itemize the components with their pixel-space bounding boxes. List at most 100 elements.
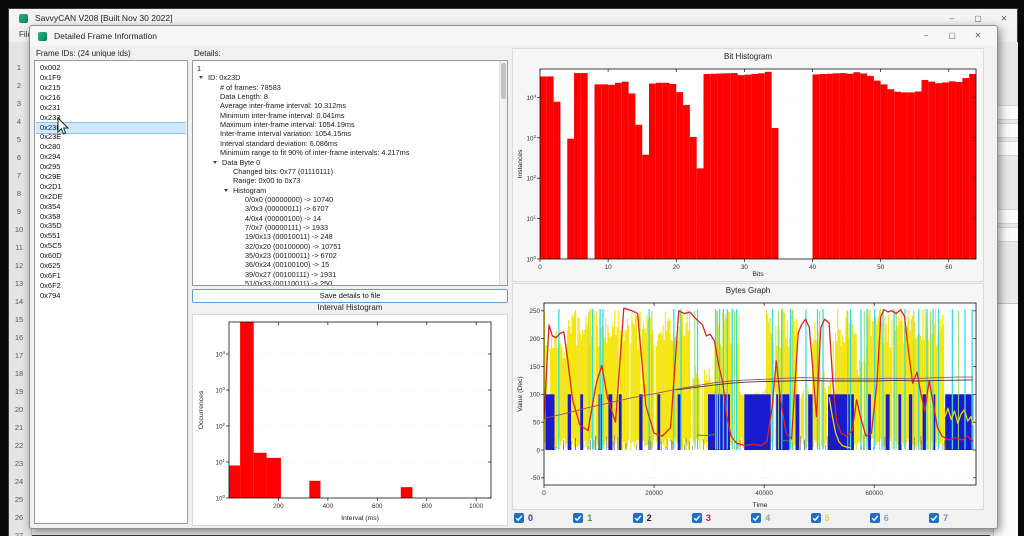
svg-text:0: 0	[542, 490, 546, 497]
byte-checkbox[interactable]	[929, 513, 940, 523]
frame-id-item[interactable]: 0x358	[36, 212, 186, 222]
dialog-titlebar: Detailed Frame Information	[30, 26, 997, 46]
details-line: 19/0x13 (00010011) -> 248	[245, 232, 333, 242]
svg-text:60: 60	[945, 264, 953, 271]
row-number: 8	[16, 189, 22, 198]
frame-id-item[interactable]: 0x231	[36, 103, 186, 113]
row-number: 17	[14, 351, 24, 360]
svg-text:0: 0	[536, 447, 540, 454]
byte-checkbox[interactable]	[810, 513, 821, 523]
byte-checkbox-label: 1	[587, 513, 593, 523]
byte-checkbox-label: 4	[765, 513, 771, 523]
details-line: 39/0x27 (00100111) -> 1931	[245, 269, 337, 279]
svg-text:Value (Dec): Value (Dec)	[517, 376, 524, 411]
byte-checkbox-item: 1	[573, 513, 592, 523]
detailed-frame-info-dialog: Detailed Frame Information – ▢ ✕ Frame I…	[29, 25, 998, 529]
byte-checkbox[interactable]	[632, 513, 643, 523]
byte-checkbox[interactable]	[691, 513, 702, 523]
byte-checkbox-item: 0	[514, 513, 533, 523]
tree-expand-arrow[interactable]	[199, 76, 203, 80]
details-scrollbar[interactable]	[499, 61, 507, 285]
byte-checkbox[interactable]	[514, 513, 524, 523]
details-line: 32/0x20 (00100000) -> 10751	[245, 241, 342, 251]
svg-text:200: 200	[529, 336, 540, 343]
byte-checkbox-item: 5	[810, 513, 830, 523]
frame-id-item[interactable]: 0x2D1	[36, 182, 186, 192]
main-window-title: SavvyCAN V208 [Built Nov 30 2022]	[35, 13, 173, 23]
byte-checkbox[interactable]	[573, 513, 584, 523]
svg-text:40000: 40000	[755, 490, 773, 497]
frame-id-item[interactable]: 0x354	[36, 202, 186, 212]
frame-id-item[interactable]: 0x294	[36, 152, 186, 162]
row-number: 22	[14, 441, 24, 450]
frame-id-item[interactable]: 0x280	[36, 142, 186, 152]
dialog-minimize-button[interactable]: –	[913, 26, 939, 44]
dialog-maximize-button[interactable]: ▢	[939, 26, 965, 44]
svg-text:400: 400	[323, 503, 334, 510]
frame-id-item[interactable]: 0x2DE	[36, 192, 186, 202]
row-number: 3	[16, 99, 22, 108]
dialog-title: Detailed Frame Information	[54, 31, 157, 41]
details-line: # of frames: 78583	[220, 82, 281, 92]
svg-text:102: 102	[526, 174, 536, 183]
svg-text:30: 30	[741, 264, 749, 271]
frame-id-item[interactable]: 0x35D	[36, 221, 186, 231]
svg-text:102: 102	[215, 422, 225, 431]
frame-id-item[interactable]: 0x215	[36, 83, 186, 93]
frame-id-item[interactable]: 0x60D	[36, 251, 186, 261]
details-line[interactable]: ID: 0x23D	[208, 73, 240, 82]
row-number: 13	[14, 279, 24, 288]
byte-checkbox[interactable]	[751, 513, 762, 523]
frame-id-item[interactable]: 0x1F9	[36, 73, 186, 83]
details-line: 3/0x3 (00000011) -> 6707	[245, 204, 329, 214]
byte-checkbox-item: 2	[632, 513, 652, 523]
row-number: 24	[14, 477, 24, 486]
svg-text:Instances: Instances	[517, 149, 524, 179]
check-icon	[930, 515, 938, 522]
frame-id-item[interactable]: 0x6F1	[36, 271, 186, 281]
svg-text:40: 40	[809, 264, 817, 271]
frame-id-item[interactable]: 0x295	[36, 162, 186, 172]
svg-text:50: 50	[877, 264, 885, 271]
frame-id-item[interactable]: 0x29E	[36, 172, 186, 182]
frame-ids-label: Frame IDs: (24 unique ids)	[36, 49, 131, 58]
screen: SavvyCAN V208 [Built Nov 30 2022] – ▢ ✕ …	[0, 0, 1024, 536]
details-scrollbar-handle[interactable]	[501, 63, 506, 99]
row-number: 5	[16, 135, 22, 144]
details-line: Data Length: 8	[220, 92, 268, 102]
details-tree[interactable]: 1 ID: 0x23D # of frames: 78583 Data Length:…	[192, 60, 508, 286]
save-details-button[interactable]: Save details to file	[192, 289, 508, 303]
tree-expand-arrow[interactable]	[224, 188, 228, 192]
frame-id-item[interactable]: 0x6F2	[36, 281, 186, 291]
frame-id-item[interactable]: 0x002	[36, 63, 186, 73]
dialog-window-controls: – ▢ ✕	[913, 26, 991, 46]
bytes-graph-plot[interactable]: 0 20000 40000 60000 -50 0 50 100 150 200 250 Time Va…	[514, 297, 984, 511]
svg-text:101: 101	[215, 458, 225, 467]
details-line: Average inter-frame interval: 10.312ms	[220, 101, 346, 111]
frame-id-item[interactable]: 0x625	[36, 261, 186, 271]
frame-id-item[interactable]: 0x794	[36, 291, 186, 301]
byte-checkbox[interactable]	[869, 513, 880, 523]
details-line: Minimum inter-frame interval: 0.041ms	[220, 110, 345, 120]
byte-checkbox-label: 5	[824, 513, 830, 523]
details-line: Changed bits: 0x77 (01110111)	[233, 166, 334, 176]
tree-expand-arrow[interactable]	[213, 160, 217, 164]
byte-checkbox-label: 2	[646, 513, 652, 523]
row-number: 6	[16, 153, 22, 162]
frame-id-item[interactable]: 0x216	[36, 93, 186, 103]
row-number: 10	[14, 225, 24, 234]
svg-text:250: 250	[529, 308, 540, 315]
interval-histogram-plot[interactable]: 200 400 600 800 1000 100 101 102 103 104 Interval …	[195, 316, 505, 526]
bit-histogram-plot[interactable]: 0 10 20 30 40 50 60 100 101 102 103 104 Bits Instance…	[514, 63, 984, 281]
details-line: 51/0x33 (00110011) -> 250	[245, 279, 333, 286]
dialog-close-button[interactable]: ✕	[965, 26, 991, 44]
svg-text:104: 104	[526, 93, 536, 102]
frame-id-item[interactable]: 0x551	[36, 231, 186, 241]
details-line[interactable]: Data Byte 0	[222, 158, 260, 167]
details-line[interactable]: Histogram	[233, 186, 266, 195]
svg-text:Occurrences: Occurrences	[198, 390, 205, 429]
row-number: 4	[16, 117, 22, 126]
frame-id-item[interactable]: 0x5C5	[36, 241, 186, 251]
byte-checkbox-item: 7	[929, 513, 948, 523]
svg-text:0: 0	[538, 264, 542, 271]
